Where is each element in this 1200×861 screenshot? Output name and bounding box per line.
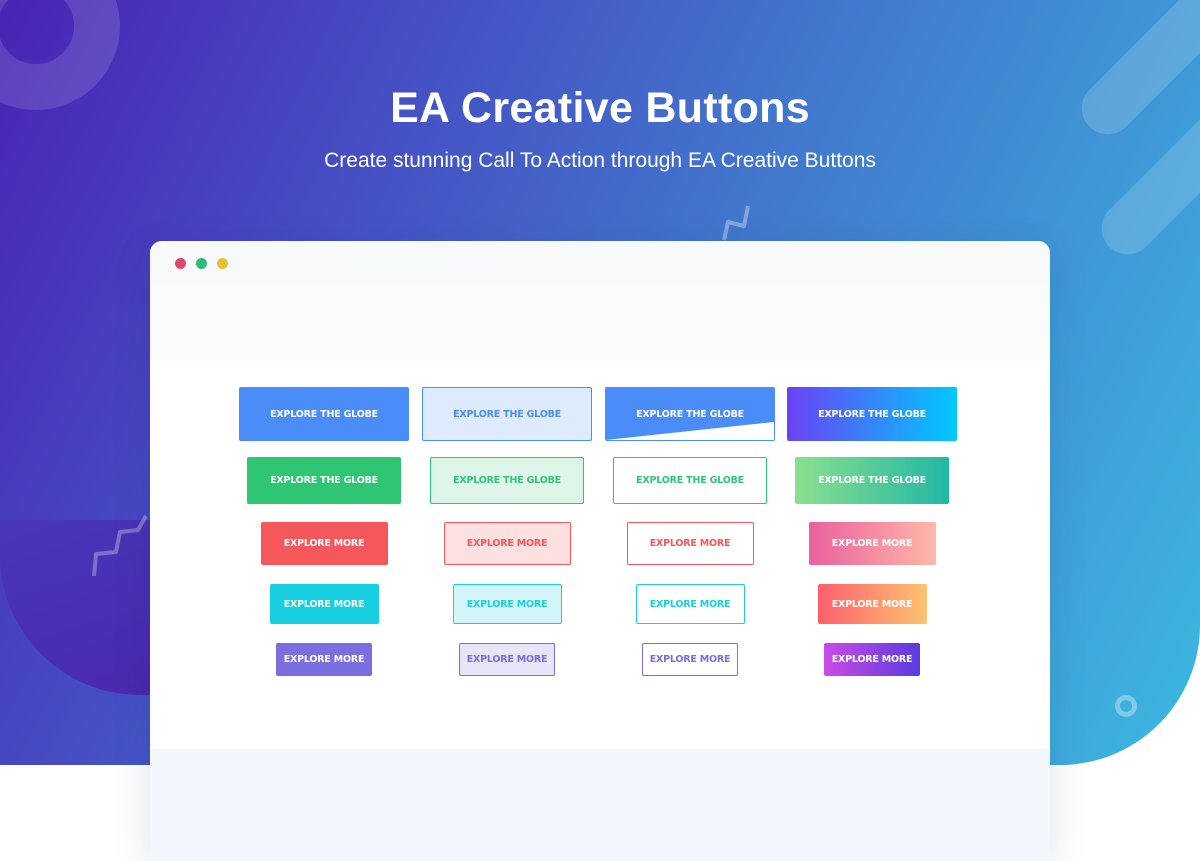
creative-button[interactable]: EXPLORE THE GLOBE [239, 387, 409, 441]
creative-button[interactable]: EXPLORE MORE [269, 584, 379, 624]
close-dot-icon [175, 258, 186, 269]
button-label: EXPLORE MORE [831, 598, 913, 610]
minimize-dot-icon [217, 258, 228, 269]
button-label: EXPLORE MORE [649, 538, 731, 549]
button-label: EXPLORE THE GLOBE [453, 475, 561, 486]
decorative-small-ring [1115, 695, 1137, 717]
decorative-zigzag [92, 515, 148, 577]
button-label: EXPLORE MORE [831, 538, 913, 549]
button-slant-overlay [606, 422, 774, 440]
creative-button[interactable]: EXPLORE MORE [808, 522, 936, 565]
creative-button[interactable]: EXPLORE MORE [817, 584, 927, 624]
creative-button[interactable]: EXPLORE MORE [824, 643, 920, 676]
button-label: EXPLORE THE GLOBE [453, 408, 561, 420]
button-label: EXPLORE THE GLOBE [270, 408, 378, 420]
creative-button[interactable]: EXPLORE THE GLOBE [247, 457, 401, 504]
creative-button[interactable]: EXPLORE MORE [459, 643, 555, 676]
creative-button[interactable]: EXPLORE MORE [443, 522, 571, 565]
button-label: EXPLORE MORE [466, 598, 548, 610]
creative-button[interactable]: EXPLORE MORE [276, 643, 372, 676]
creative-button[interactable]: EXPLORE THE GLOBE [613, 457, 767, 504]
browser-header-band [150, 285, 1050, 361]
creative-button[interactable]: EXPLORE MORE [626, 522, 754, 565]
button-label: EXPLORE THE GLOBE [636, 475, 744, 486]
creative-button[interactable]: EXPLORE MORE [635, 584, 745, 624]
button-label: EXPLORE MORE [466, 538, 548, 549]
button-label: EXPLORE MORE [466, 654, 548, 665]
creative-button[interactable]: EXPLORE THE GLOBE [422, 387, 592, 441]
creative-button[interactable]: EXPLORE MORE [642, 643, 738, 676]
button-label: EXPLORE MORE [649, 654, 731, 665]
creative-button[interactable]: EXPLORE THE GLOBE [605, 387, 775, 441]
button-label: EXPLORE MORE [283, 654, 365, 665]
button-label: EXPLORE THE GLOBE [818, 475, 926, 486]
button-label: EXPLORE MORE [649, 598, 731, 610]
button-label: EXPLORE THE GLOBE [636, 408, 744, 420]
creative-button[interactable]: EXPLORE THE GLOBE [795, 457, 949, 504]
browser-window: EXPLORE THE GLOBE EXPLORE THE GLOBE EXPLOR… [150, 241, 1050, 861]
decorative-zigzag [722, 205, 750, 241]
button-label: EXPLORE MORE [283, 538, 365, 549]
creative-button[interactable]: EXPLORE MORE [260, 522, 388, 565]
button-label: EXPLORE MORE [831, 654, 913, 665]
browser-titlebar [150, 241, 1050, 285]
page-title: EA Creative Buttons [390, 84, 810, 132]
creative-button[interactable]: EXPLORE THE GLOBE [787, 387, 957, 441]
button-label: EXPLORE THE GLOBE [270, 475, 378, 486]
browser-footer [150, 749, 1050, 861]
maximize-dot-icon [196, 258, 207, 269]
page-subtitle: Create stunning Call To Action through E… [324, 149, 876, 172]
button-label: EXPLORE MORE [283, 598, 365, 610]
button-label: EXPLORE THE GLOBE [818, 408, 926, 420]
creative-button[interactable]: EXPLORE THE GLOBE [430, 457, 584, 504]
creative-button[interactable]: EXPLORE MORE [452, 584, 562, 624]
